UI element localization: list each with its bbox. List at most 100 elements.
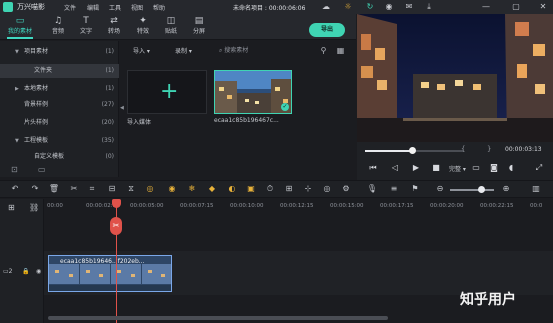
scissors-icon[interactable]: ✂ [110, 217, 122, 235]
list-icon[interactable]: ≡ [388, 183, 400, 195]
sidebar-item-folder[interactable]: 文件夹 (1) [0, 64, 119, 78]
ruler-tick: 00:00:17:15 [380, 203, 414, 209]
menu-file[interactable]: 文件 [64, 3, 76, 12]
lock-icon[interactable]: 🔒 [22, 268, 29, 275]
tab-transition[interactable]: ⇄ 转场 [102, 16, 126, 38]
menu-edit[interactable]: 编辑 [87, 3, 99, 12]
tab-stickers[interactable]: ◫ 贴纸 [159, 16, 183, 38]
sidebar-item-intro-samples[interactable]: 片头样例 (20) [0, 116, 119, 130]
track-header-panel [0, 199, 44, 323]
sidebar-item-local-media[interactable]: ▶ 本地素材 (1) [0, 82, 119, 96]
crop-icon[interactable]: ⌗ [86, 183, 98, 195]
cloud-icon[interactable]: ☁ [321, 2, 331, 12]
visibility-icon[interactable]: ◉ [36, 268, 41, 275]
tab-audio[interactable]: ♫ 音频 [46, 16, 70, 38]
tab-effects[interactable]: ✦ 特效 [131, 16, 155, 38]
ruler-tick: 00:00:07:15 [180, 203, 214, 209]
sun-icon[interactable]: ☼ [343, 2, 353, 12]
undo-icon[interactable]: ↶ [9, 183, 21, 195]
ruler-tick: 00:00:10:00 [230, 203, 264, 209]
timeline-clip-title: ecaa1c85b19646...f202eb... [60, 258, 145, 265]
mask-icon[interactable]: ◉ [166, 183, 178, 195]
close-icon[interactable]: ✕ [538, 2, 548, 12]
sync-icon[interactable]: ↻ [365, 2, 375, 12]
cut-icon[interactable]: ✂ [68, 183, 80, 195]
timer-icon[interactable]: ⏱ [264, 183, 276, 195]
step-back-icon[interactable]: ◁ [389, 162, 401, 174]
play-icon[interactable]: ▶ [410, 162, 422, 174]
marker-icon[interactable]: ⚑ [409, 183, 421, 195]
tab-text[interactable]: T 文字 [74, 16, 98, 38]
microphone-icon[interactable]: 🎙 [366, 183, 378, 195]
freeze-icon[interactable]: ❄ [186, 183, 198, 195]
folder-icon: ▭ [15, 16, 25, 26]
speed-icon[interactable]: ◎ [144, 183, 156, 195]
menu-view[interactable]: 视图 [131, 3, 143, 12]
media-clip-thumbnail[interactable]: ✓ [214, 70, 292, 114]
selected-check-icon: ✓ [281, 103, 289, 111]
video-preview [357, 14, 553, 142]
settings-icon[interactable]: ⚙ [340, 183, 352, 195]
import-media-button[interactable]: + [127, 70, 207, 114]
chevron-down-icon: ▼ [15, 138, 19, 144]
stabilize-icon[interactable]: ⊞ [283, 183, 295, 195]
ruler-tick: 00:00:12:15 [280, 203, 314, 209]
audio-adjust-icon[interactable]: ⧖ [125, 183, 137, 195]
menu-help[interactable]: 帮助 [153, 3, 165, 12]
record-dropdown[interactable]: 录制 ▾ [175, 46, 192, 58]
sidebar-item-custom-templates[interactable]: 自定义模板 (0) [0, 150, 119, 164]
sidebar-item-project-media[interactable]: ▼ 项目素材 (1) [0, 45, 119, 59]
green-screen-icon[interactable]: ▣ [245, 183, 257, 195]
new-folder-icon[interactable]: ⊡ [11, 165, 18, 174]
sidebar-item-background-samples[interactable]: 背景样例 (27) [0, 98, 119, 112]
volume-icon[interactable]: ◖ [505, 162, 517, 174]
color-icon[interactable]: ◐ [226, 183, 238, 195]
split-icon[interactable]: ⊟ [106, 183, 118, 195]
link-icon[interactable]: ⛓ [29, 203, 39, 212]
prev-frame-icon[interactable]: ⏮ [367, 162, 379, 174]
keyframe-icon[interactable]: ◆ [206, 183, 218, 195]
ruler-tick: 00:00:22:15 [480, 203, 514, 209]
quality-dropdown[interactable]: 完整 ▾ [449, 164, 466, 173]
download-icon[interactable]: ⤓ [424, 2, 434, 12]
media-sidebar: ▼ 项目素材 (1) 文件夹 (1) ▶ 本地素材 (1) 背景样例 (27) … [0, 41, 119, 177]
zoom-in-icon[interactable]: ⊕ [500, 183, 512, 195]
account-icon[interactable]: ◉ [384, 2, 394, 12]
menu-tools[interactable]: 工具 [109, 3, 121, 12]
fullscreen-icon[interactable]: ⤢ [533, 162, 545, 174]
stop-icon[interactable]: ■ [430, 162, 442, 174]
zoom-out-icon[interactable]: ⊖ [434, 183, 446, 195]
add-track-icon[interactable]: ⊞ [8, 203, 15, 212]
mail-icon[interactable]: ✉ [404, 2, 414, 12]
motion-track-icon[interactable]: ◎ [321, 183, 333, 195]
transform-icon[interactable]: ⊹ [302, 183, 314, 195]
grid-view-icon[interactable]: ▦ [335, 45, 346, 57]
playhead-handle[interactable] [112, 199, 121, 208]
layout-icon[interactable]: ▥ [530, 183, 542, 195]
collapse-panel-icon[interactable]: ◀ [120, 105, 124, 115]
watermark-text: 知乎用户 [460, 292, 516, 308]
import-dropdown[interactable]: 导入 ▾ [133, 46, 150, 58]
timeline-scrollbar[interactable] [48, 316, 388, 320]
snapshot-icon[interactable]: ◙ [488, 162, 500, 174]
maximize-icon[interactable]: ▢ [511, 2, 521, 12]
mark-in-icon[interactable]: { [461, 145, 465, 153]
zoom-slider-handle[interactable] [478, 186, 485, 193]
tab-my-media[interactable]: ▭ 我的素材 [4, 16, 36, 39]
title-bar: 万兴喵影 文件 编辑 工具 视图 帮助 未命名项目 : 00:00:06:06 … [0, 0, 553, 14]
export-button[interactable]: 导出 [309, 23, 345, 37]
transition-icon: ⇄ [110, 16, 118, 26]
sidebar-item-project-templates[interactable]: ▼ 工程模板 (35) [0, 134, 119, 148]
redo-icon[interactable]: ↷ [29, 183, 41, 195]
folder-icon[interactable]: ▭ [38, 165, 46, 174]
preview-seekbar-handle[interactable] [409, 147, 416, 154]
filter-icon[interactable]: ⚲ [318, 45, 329, 57]
search-input[interactable]: ⌕ 搜索素材 [219, 45, 309, 57]
delete-icon[interactable]: 🗑 [48, 183, 60, 195]
zoom-slider[interactable] [450, 189, 494, 191]
minimize-icon[interactable]: — [481, 2, 491, 12]
tab-split-screen[interactable]: ▤ 分屏 [187, 16, 211, 38]
display-icon[interactable]: ▭ [470, 162, 482, 174]
preview-timecode: 00:00:03:13 [505, 146, 542, 153]
mark-out-icon[interactable]: } [487, 145, 491, 153]
